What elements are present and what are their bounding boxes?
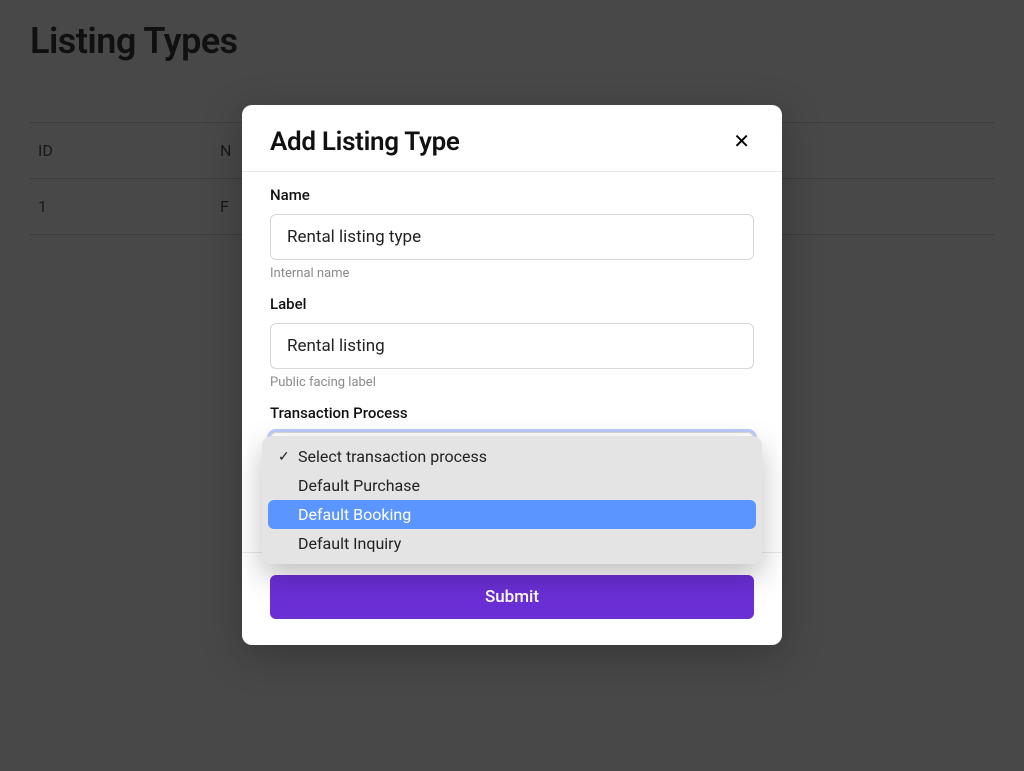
dropdown-option-label: Default Booking <box>298 505 411 524</box>
close-button[interactable]: ✕ <box>729 128 754 156</box>
transaction-process-label: Transaction Process <box>270 404 754 422</box>
name-label: Name <box>270 186 754 204</box>
field-transaction-process: Transaction Process Select transaction p… <box>270 404 754 478</box>
field-label: Label Public facing label <box>270 295 754 390</box>
modal-footer: Submit <box>242 552 782 645</box>
field-name: Name Internal name <box>270 186 754 281</box>
modal-body: Name Internal name Label Public facing l… <box>242 172 782 482</box>
dropdown-option-default-booking[interactable]: Default Booking <box>268 500 756 529</box>
modal-overlay[interactable]: Add Listing Type ✕ Name Internal name La… <box>0 0 1024 771</box>
dropdown-option-default-inquiry[interactable]: Default Inquiry <box>268 529 756 558</box>
submit-button[interactable]: Submit <box>270 575 754 619</box>
dropdown-option-default-purchase[interactable]: Default Purchase <box>268 471 756 500</box>
name-helper: Internal name <box>270 266 754 281</box>
transaction-process-dropdown: Select transaction process Default Purch… <box>262 436 762 564</box>
label-input[interactable] <box>270 323 754 369</box>
modal-title: Add Listing Type <box>270 127 460 157</box>
dropdown-option-placeholder[interactable]: Select transaction process <box>268 442 756 471</box>
label-label: Label <box>270 295 754 313</box>
close-icon: ✕ <box>733 131 750 153</box>
add-listing-type-modal: Add Listing Type ✕ Name Internal name La… <box>242 105 782 645</box>
name-input[interactable] <box>270 214 754 260</box>
dropdown-option-label: Default Inquiry <box>298 534 401 553</box>
dropdown-option-label: Default Purchase <box>298 476 420 495</box>
modal-header: Add Listing Type ✕ <box>242 105 782 172</box>
dropdown-option-label: Select transaction process <box>298 447 487 466</box>
label-helper: Public facing label <box>270 375 754 390</box>
